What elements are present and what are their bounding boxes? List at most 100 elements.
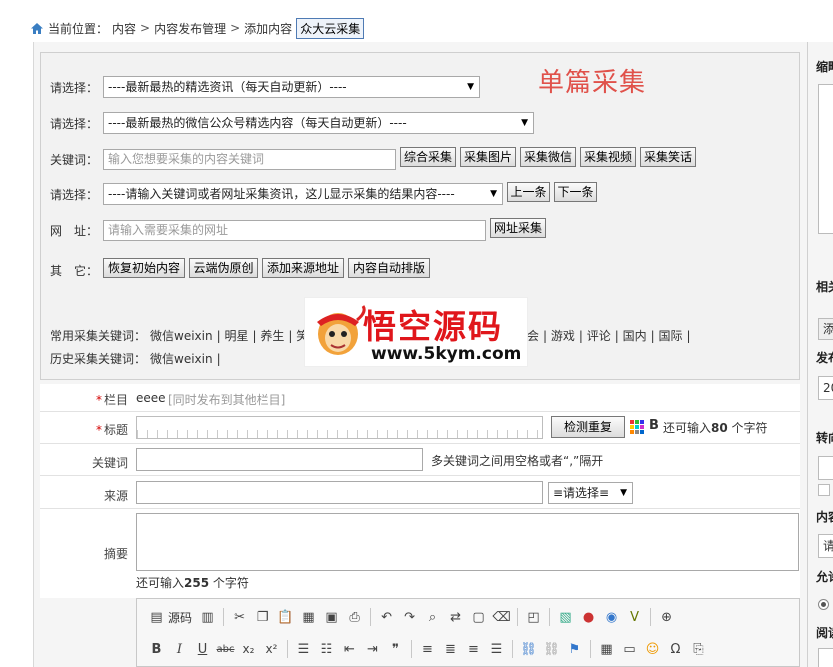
comprehensive-collect-button[interactable]: 综合采集: [400, 147, 456, 167]
thumbnail-box[interactable]: [818, 84, 833, 234]
align-justify-icon[interactable]: ☰: [485, 638, 508, 660]
url-collect-button[interactable]: 网址采集: [490, 218, 546, 238]
common-keywords-row: 常用采集关键词： 微信weixin | 明星 | 养生 | 笑: [50, 329, 309, 343]
underline-icon[interactable]: U: [191, 638, 214, 660]
keyword-link[interactable]: 游戏: [551, 329, 575, 343]
redirect-input[interactable]: [818, 456, 833, 480]
select-label: 请选择：: [50, 188, 99, 202]
copy-icon[interactable]: ❐: [251, 606, 274, 628]
link-icon[interactable]: ⛓: [517, 638, 540, 660]
redo-icon[interactable]: ↷: [398, 606, 421, 628]
italic-icon[interactable]: I: [168, 638, 191, 660]
read-permission-select[interactable]: [818, 648, 833, 667]
anchor-flag-icon[interactable]: ⚑: [563, 638, 586, 660]
breadcrumb-item-add-content[interactable]: 添加内容: [244, 20, 292, 37]
other-label: 其 它：: [50, 264, 99, 278]
flash-icon[interactable]: ●: [577, 606, 600, 628]
allow-radio[interactable]: [818, 599, 829, 610]
summary-textarea[interactable]: [136, 513, 799, 571]
summary-row: 摘要 还可输入255 个字符: [40, 509, 800, 598]
collect-images-button[interactable]: 采集图片: [460, 147, 516, 167]
image-icon[interactable]: ▧: [554, 606, 577, 628]
breadcrumb-item-publish-manage[interactable]: 内容发布管理: [154, 20, 226, 37]
publish-to-other-columns-link[interactable]: [同时发布到其他栏目]: [168, 391, 285, 408]
template-icon[interactable]: ▥: [196, 606, 219, 628]
indent-icon[interactable]: ⇥: [361, 638, 384, 660]
keyword-link[interactable]: 微信weixin: [150, 329, 213, 343]
paste-text-icon[interactable]: ▦: [297, 606, 320, 628]
emoticon-icon[interactable]: ☺: [641, 638, 664, 660]
special-char-icon[interactable]: Ω: [664, 638, 687, 660]
preview-icon[interactable]: ◰: [522, 606, 545, 628]
keyword-link[interactable]: 国际: [659, 329, 683, 343]
blockquote-icon[interactable]: ❞: [384, 638, 407, 660]
superscript-icon[interactable]: x²: [260, 638, 283, 660]
collect-results-select[interactable]: ----请输入关键词或者网址采集资讯，这儿显示采集的结果内容---- ▼: [103, 183, 503, 205]
bold-title-icon[interactable]: B: [649, 418, 659, 433]
collect-jokes-button[interactable]: 采集笑话: [640, 147, 696, 167]
auto-format-button[interactable]: 内容自动排版: [348, 258, 430, 278]
zhongda-cloud-collect-button[interactable]: 众大云采集: [296, 17, 365, 39]
page-break-icon[interactable]: ⎘: [687, 638, 710, 660]
numbered-list-icon[interactable]: ☰: [292, 638, 315, 660]
wechat-featured-select[interactable]: ----最新最热的微信公众号精选内容（每天自动更新）---- ▼: [103, 112, 534, 134]
subscript-icon[interactable]: x₂: [237, 638, 260, 660]
collect-video-button[interactable]: 采集视频: [580, 147, 636, 167]
home-icon[interactable]: [30, 22, 44, 35]
remove-format-icon[interactable]: ⌫: [490, 606, 513, 628]
source-input[interactable]: [136, 481, 543, 504]
toolbar-separator: [517, 608, 519, 626]
content-page-select[interactable]: 请: [818, 534, 833, 558]
bold-icon[interactable]: B: [145, 638, 168, 660]
video-icon[interactable]: V: [623, 606, 646, 628]
keywords-input[interactable]: [136, 448, 423, 471]
select-all-icon[interactable]: ▢: [467, 606, 490, 628]
keyword-link[interactable]: 会: [527, 329, 539, 343]
source-doc-icon[interactable]: ▤: [145, 606, 168, 628]
cloud-pseudo-original-button[interactable]: 云端伪原创: [189, 258, 258, 278]
maximize-icon[interactable]: ⊕: [655, 606, 678, 628]
cut-icon[interactable]: ✂: [228, 606, 251, 628]
source-code-button[interactable]: 源码: [168, 609, 192, 626]
print-icon[interactable]: ⎙: [343, 606, 366, 628]
paste-word-icon[interactable]: ▣: [320, 606, 343, 628]
undo-icon[interactable]: ↶: [375, 606, 398, 628]
keyword-link[interactable]: 国内: [623, 329, 647, 343]
find-icon[interactable]: ⌕: [421, 606, 444, 628]
title-label: * 标题: [95, 423, 128, 437]
next-item-button[interactable]: 下一条: [554, 182, 597, 202]
breadcrumb-item-content[interactable]: 内容: [112, 20, 136, 37]
replace-icon[interactable]: ⇄: [444, 606, 467, 628]
color-picker-icon[interactable]: [630, 420, 644, 434]
paste-icon[interactable]: 📋: [274, 606, 297, 628]
check-duplicate-button[interactable]: 检测重复: [551, 416, 625, 438]
keyword-link[interactable]: 明星: [224, 329, 248, 343]
column-row: * 栏目 eeee [同时发布到其他栏目]: [40, 384, 800, 412]
add-source-url-button[interactable]: 添加来源地址: [262, 258, 344, 278]
strikethrough-icon[interactable]: abc: [214, 638, 237, 660]
collect-url-input[interactable]: 请输入需要采集的网址: [103, 220, 486, 241]
media-icon[interactable]: ◉: [600, 606, 623, 628]
collect-keyword-input[interactable]: 输入您想要采集的内容关键词: [103, 149, 396, 170]
keyword-link[interactable]: 养生: [260, 329, 284, 343]
source-select[interactable]: ≡请选择≡ ▼: [548, 482, 633, 504]
keyword-link[interactable]: 评论: [587, 329, 611, 343]
bulleted-list-icon[interactable]: ☷: [315, 638, 338, 660]
outdent-icon[interactable]: ⇤: [338, 638, 361, 660]
featured-news-select[interactable]: ----最新最热的精选资讯（每天自动更新）---- ▼: [103, 76, 480, 98]
restore-original-button[interactable]: 恢复初始内容: [103, 258, 185, 278]
unlink-icon[interactable]: ⛓: [540, 638, 563, 660]
add-related-button[interactable]: 添: [818, 318, 833, 340]
horizontal-rule-icon[interactable]: ▭: [618, 638, 641, 660]
publish-time-input[interactable]: 20: [818, 376, 833, 400]
align-right-icon[interactable]: ≡: [462, 638, 485, 660]
align-left-icon[interactable]: ≡: [416, 638, 439, 660]
table-icon[interactable]: ▦: [595, 638, 618, 660]
title-input[interactable]: [136, 416, 543, 439]
previous-item-button[interactable]: 上一条: [507, 182, 550, 202]
collect-wechat-button[interactable]: 采集微信: [520, 147, 576, 167]
toolbar-separator: [223, 608, 225, 626]
align-center-icon[interactable]: ≣: [439, 638, 462, 660]
redirect-checkbox[interactable]: [818, 484, 830, 496]
keyword-link[interactable]: 微信weixin: [150, 352, 213, 366]
